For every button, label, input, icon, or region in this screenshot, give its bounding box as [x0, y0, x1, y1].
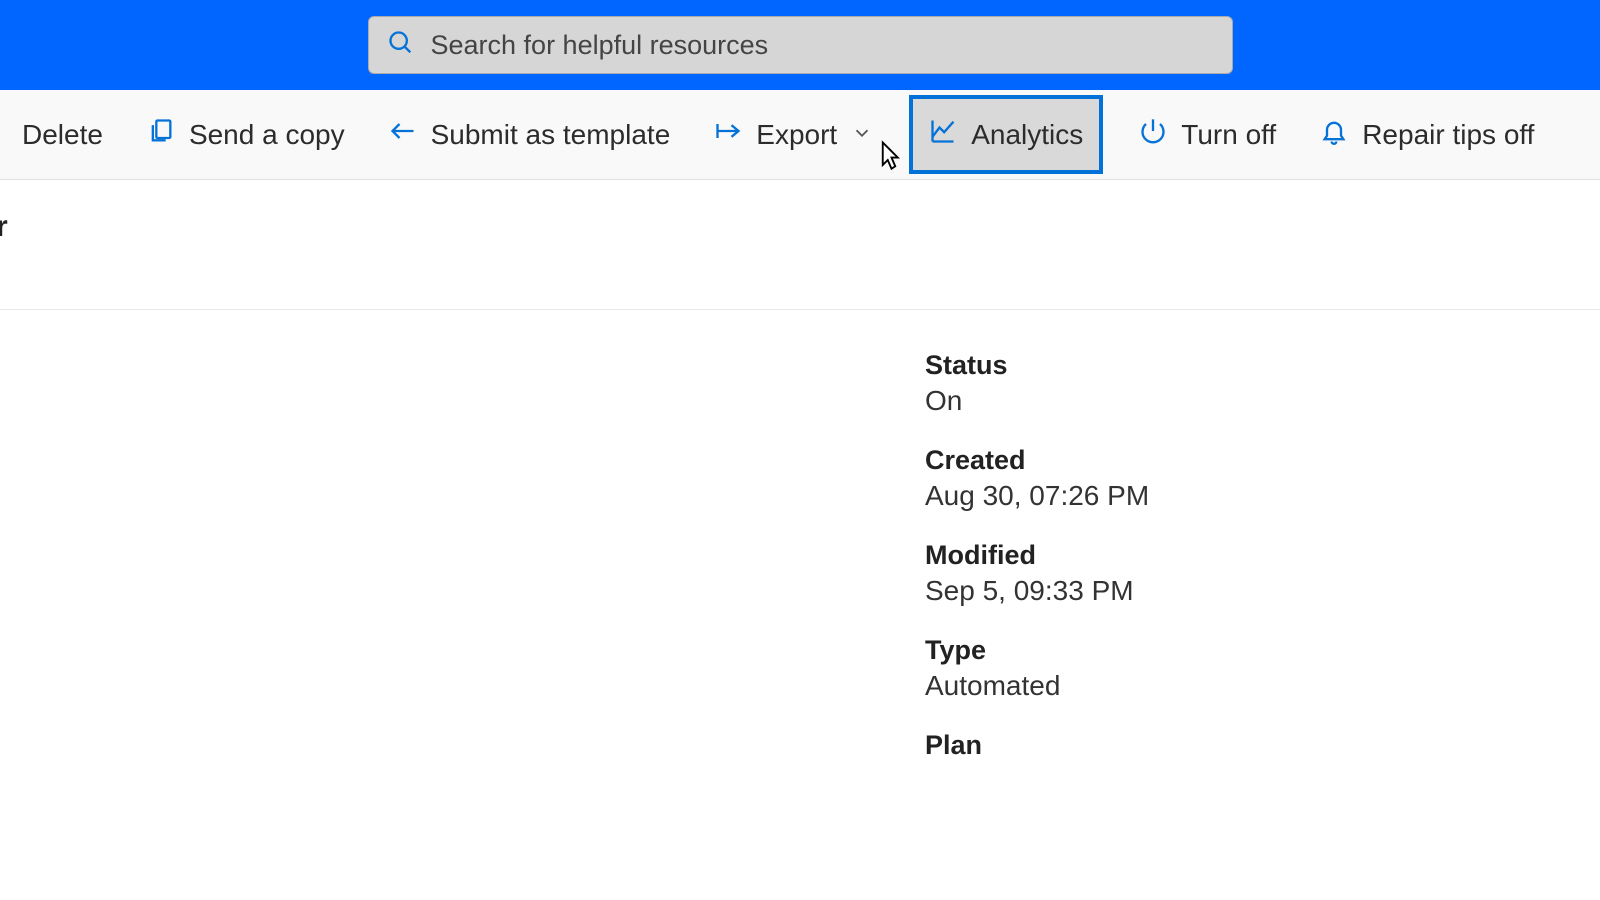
- modified-value: Sep 5, 09:33 PM: [925, 575, 1600, 607]
- arrow-left-icon: [389, 117, 417, 152]
- header-top-strip: [0, 0, 1600, 8]
- type-value: Automated: [925, 670, 1600, 702]
- details-panel: Status On Created Aug 30, 07:26 PM Modif…: [0, 310, 1600, 761]
- chevron-down-icon: [851, 119, 873, 151]
- created-group: Created Aug 30, 07:26 PM: [925, 445, 1600, 512]
- status-group: Status On: [925, 350, 1600, 417]
- export-label: Export: [756, 119, 837, 151]
- delete-label: Delete: [22, 119, 103, 151]
- delete-button[interactable]: Delete: [14, 101, 111, 169]
- status-value: On: [925, 385, 1600, 417]
- search-input[interactable]: [431, 30, 1214, 61]
- repair-tips-button[interactable]: Repair tips off: [1312, 99, 1542, 170]
- type-label: Type: [925, 635, 1600, 666]
- plan-group: Plan: [925, 730, 1600, 761]
- title-section: r: [0, 180, 1600, 310]
- type-group: Type Automated: [925, 635, 1600, 702]
- command-toolbar: Delete Send a copy Submit as template: [0, 90, 1600, 180]
- send-copy-button[interactable]: Send a copy: [139, 99, 353, 170]
- repair-tips-label: Repair tips off: [1362, 119, 1534, 151]
- turn-off-label: Turn off: [1181, 119, 1276, 151]
- modified-group: Modified Sep 5, 09:33 PM: [925, 540, 1600, 607]
- analytics-label: Analytics: [971, 119, 1083, 151]
- copy-icon: [147, 117, 175, 152]
- power-icon: [1139, 117, 1167, 152]
- status-label: Status: [925, 350, 1600, 381]
- analytics-button[interactable]: Analytics: [909, 95, 1103, 174]
- modified-label: Modified: [925, 540, 1600, 571]
- search-icon: [387, 29, 415, 62]
- export-icon: [714, 117, 742, 152]
- created-label: Created: [925, 445, 1600, 476]
- submit-template-label: Submit as template: [431, 119, 671, 151]
- search-box[interactable]: [368, 16, 1233, 74]
- page-title-fragment: r: [0, 210, 8, 243]
- plan-label: Plan: [925, 730, 1600, 761]
- export-button[interactable]: Export: [706, 99, 881, 170]
- turn-off-button[interactable]: Turn off: [1131, 99, 1284, 170]
- header-bar: [0, 8, 1600, 90]
- analytics-icon: [929, 117, 957, 152]
- send-copy-label: Send a copy: [189, 119, 345, 151]
- created-value: Aug 30, 07:26 PM: [925, 480, 1600, 512]
- submit-template-button[interactable]: Submit as template: [381, 99, 679, 170]
- bell-icon: [1320, 117, 1348, 152]
